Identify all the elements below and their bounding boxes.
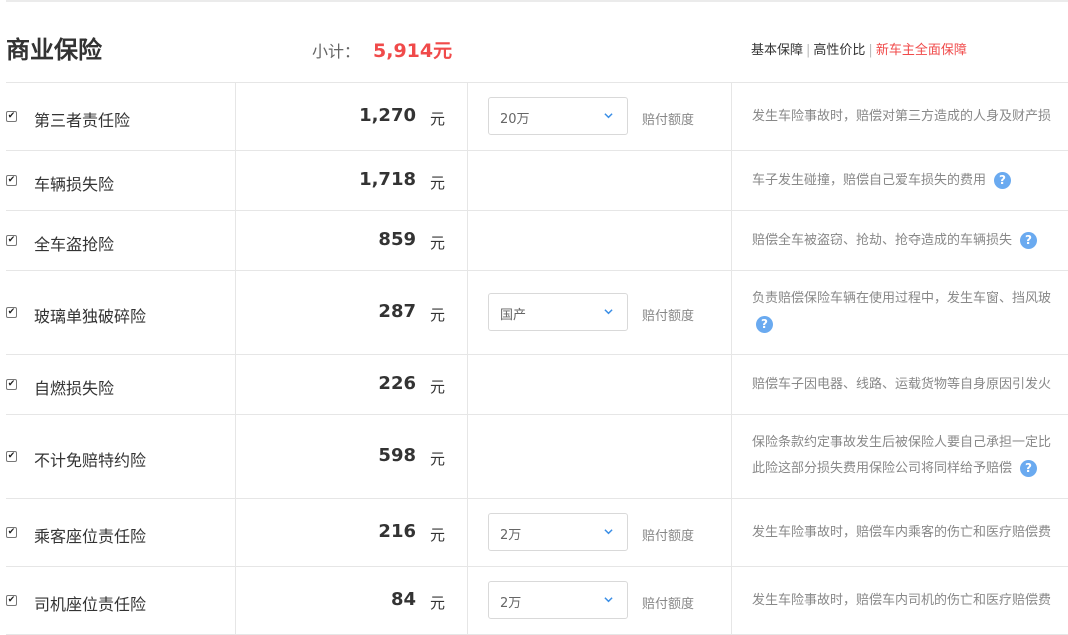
- table-row: ✔ 玻璃单独破碎险 287 元 国产 赔付额度 负责赔偿保险车辆在使用过程中，发…: [6, 270, 1068, 354]
- insurance-desc: 保险条款约定事故发生后被保险人要自己承担一定比 此险这部分损失费用保险公司将同样…: [752, 430, 1068, 482]
- table-row: ✔ 自燃损失险 226 元 赔偿车子因电器、线路、运载货物等自身原因引发火: [6, 354, 1068, 414]
- help-icon[interactable]: ?: [1020, 460, 1038, 477]
- coverage-select-value: 2万: [500, 528, 522, 543]
- insurance-desc-text: 发生车险事故时，赔偿车内乘客的伤亡和医疗赔偿费: [752, 525, 1052, 540]
- price-unit: 元: [430, 594, 446, 612]
- insurance-price: 84: [390, 589, 416, 610]
- chevron-down-icon: [604, 309, 613, 315]
- plan-link-value[interactable]: 高性价比: [813, 43, 865, 58]
- row-checkbox[interactable]: ✔: [6, 527, 17, 538]
- price-unit: 元: [430, 526, 446, 544]
- table-row: ✔ 车辆损失险 1,718 元 车子发生碰撞，赔偿自己爱车损失的费用?: [6, 150, 1068, 210]
- insurance-desc: 负责赔偿保险车辆在使用过程中，发生车窗、挡风玻 ?: [752, 286, 1068, 338]
- coverage-select[interactable]: 2万: [488, 513, 628, 551]
- insurance-desc: 赔偿全车被盗窃、抢劫、抢夺造成的车辆损失?: [752, 228, 1068, 254]
- chevron-down-icon: [604, 529, 613, 535]
- plan-link-basic[interactable]: 基本保障: [751, 43, 803, 58]
- insurance-price: 1,270: [359, 105, 416, 126]
- insurance-desc-text: 赔偿全车被盗窃、抢劫、抢夺造成的车辆损失: [752, 233, 1013, 248]
- insurance-name: 自燃损失险: [34, 379, 115, 398]
- insurance-desc-text: 保险条款约定事故发生后被保险人要自己承担一定比: [752, 435, 1052, 450]
- insurance-name: 全车盗抢险: [34, 235, 115, 254]
- coverage-note: 赔付额度: [642, 597, 695, 612]
- insurance-table: ✔ 第三者责任险 1,270 元 20万 赔付额度 发生车险事故时，赔偿对第三方…: [6, 82, 1068, 635]
- insurance-desc: 发生车险事故时，赔偿车内乘客的伤亡和医疗赔偿费: [752, 520, 1068, 546]
- insurance-name: 车辆损失险: [34, 175, 115, 194]
- table-row: ✔ 全车盗抢险 859 元 赔偿全车被盗窃、抢劫、抢夺造成的车辆损失?: [6, 210, 1068, 270]
- price-unit: 元: [430, 110, 446, 128]
- price-unit: 元: [430, 306, 446, 324]
- insurance-price: 1,718: [359, 169, 416, 190]
- price-unit: 元: [430, 450, 446, 468]
- coverage-note: 赔付额度: [642, 113, 695, 128]
- help-icon[interactable]: ?: [756, 316, 773, 333]
- insurance-name: 司机座位责任险: [34, 595, 147, 614]
- insurance-price: 226: [378, 373, 416, 394]
- row-checkbox[interactable]: ✔: [6, 451, 17, 462]
- row-checkbox[interactable]: ✔: [6, 235, 17, 246]
- row-checkbox[interactable]: ✔: [6, 379, 17, 390]
- insurance-desc: 车子发生碰撞，赔偿自己爱车损失的费用?: [752, 168, 1068, 194]
- insurance-name: 乘客座位责任险: [34, 527, 147, 546]
- row-checkbox[interactable]: ✔: [6, 595, 17, 606]
- glass-type-select-value: 国产: [500, 308, 527, 323]
- price-unit: 元: [430, 174, 446, 192]
- insurance-name: 不计免赔特约险: [34, 451, 147, 470]
- insurance-desc: 赔偿车子因电器、线路、运载货物等自身原因引发火: [752, 372, 1068, 398]
- coverage-note: 赔付额度: [642, 529, 695, 544]
- row-checkbox[interactable]: ✔: [6, 175, 17, 186]
- coverage-select-value: 20万: [500, 112, 530, 127]
- table-row: ✔ 不计免赔特约险 598 元 保险条款约定事故发生后被保险人要自己承担一定比 …: [6, 414, 1068, 498]
- insurance-price: 216: [378, 521, 416, 542]
- row-checkbox[interactable]: ✔: [6, 307, 17, 318]
- price-unit: 元: [430, 378, 446, 396]
- glass-type-select[interactable]: 国产: [488, 293, 628, 331]
- insurance-desc: 发生车险事故时，赔偿车内司机的伤亡和医疗赔偿费: [752, 588, 1068, 614]
- chevron-down-icon: [604, 597, 613, 603]
- commercial-insurance-header: 商业保险 小计： 5,914元 基本保障 | 高性价比 | 新车主全面保障: [6, 0, 1068, 82]
- subtotal-label: 小计：: [312, 42, 361, 61]
- coverage-note: 赔付额度: [642, 309, 695, 324]
- page-title: 商业保险: [6, 36, 102, 64]
- help-icon[interactable]: ?: [1020, 232, 1038, 249]
- coverage-select[interactable]: 2万: [488, 581, 628, 619]
- insurance-desc: 发生车险事故时，赔偿对第三方造成的人身及财产损: [752, 104, 1068, 130]
- insurance-desc-text-2: 此险这部分损失费用保险公司将同样给予赔偿: [752, 461, 1013, 476]
- insurance-desc-text: 发生车险事故时，赔偿对第三方造成的人身及财产损: [752, 109, 1052, 124]
- table-row: ✔ 司机座位责任险 84 元 2万 赔付额度 发生车险事故时，赔偿车内司机的伤亡…: [6, 566, 1068, 635]
- plan-link-full[interactable]: 新车主全面保障: [876, 43, 967, 58]
- price-unit: 元: [430, 234, 446, 252]
- insurance-name: 玻璃单独破碎险: [34, 307, 147, 326]
- subtotal-value: 5,914元: [373, 40, 453, 62]
- insurance-name: 第三者责任险: [34, 111, 131, 130]
- insurance-desc-text: 发生车险事故时，赔偿车内司机的伤亡和医疗赔偿费: [752, 593, 1052, 608]
- table-row: ✔ 乘客座位责任险 216 元 2万 赔付额度 发生车险事故时，赔偿车内乘客的伤…: [6, 498, 1068, 566]
- insurance-price: 287: [378, 301, 416, 322]
- insurance-price: 859: [378, 229, 416, 250]
- table-row: ✔ 第三者责任险 1,270 元 20万 赔付额度 发生车险事故时，赔偿对第三方…: [6, 82, 1068, 150]
- insurance-desc-text: 车子发生碰撞，赔偿自己爱车损失的费用: [752, 173, 987, 188]
- insurance-desc-text: 负责赔偿保险车辆在使用过程中，发生车窗、挡风玻: [752, 291, 1052, 306]
- insurance-desc-text: 赔偿车子因电器、线路、运载货物等自身原因引发火: [752, 377, 1052, 392]
- row-checkbox[interactable]: ✔: [6, 111, 17, 122]
- insurance-price: 598: [378, 445, 416, 466]
- coverage-select-value: 2万: [500, 596, 522, 611]
- plan-links: 基本保障 | 高性价比 | 新车主全面保障: [751, 43, 967, 58]
- chevron-down-icon: [604, 113, 613, 119]
- help-icon[interactable]: ?: [994, 172, 1012, 189]
- coverage-select[interactable]: 20万: [488, 97, 628, 135]
